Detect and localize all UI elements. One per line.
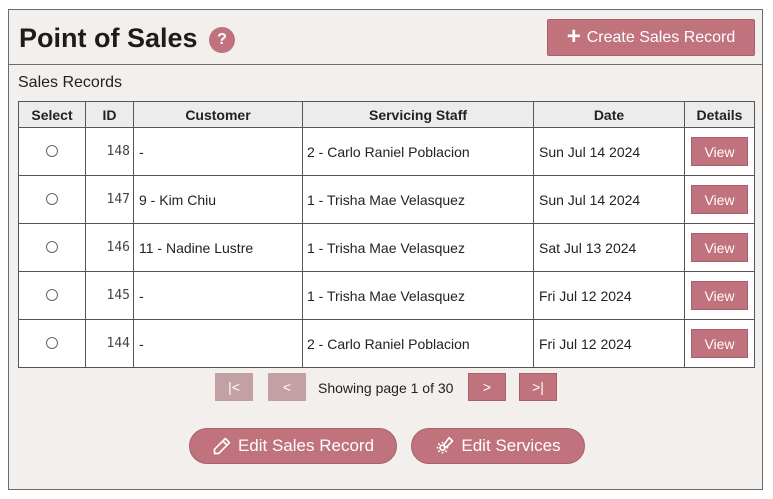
customer-cell: 9 - Kim Chiu xyxy=(133,175,303,224)
last-page-button[interactable]: >| xyxy=(519,373,557,401)
table-row: 145 - 1 - Trisha Mae Velasquez Fri Jul 1… xyxy=(18,271,755,320)
column-header-details: Details xyxy=(684,101,755,128)
next-page-button[interactable]: > xyxy=(468,373,506,401)
staff-cell: 2 - Carlo Raniel Poblacion xyxy=(302,319,534,368)
date-cell: Fri Jul 12 2024 xyxy=(533,271,685,320)
select-cell xyxy=(18,223,86,272)
date-cell: Sat Jul 13 2024 xyxy=(533,223,685,272)
table-row: 147 9 - Kim Chiu 1 - Trisha Mae Velasque… xyxy=(18,175,755,224)
first-page-button[interactable]: |< xyxy=(215,373,253,401)
table-row: 146 11 - Nadine Lustre 1 - Trisha Mae Ve… xyxy=(18,223,755,272)
table-header-row: Select ID Customer Servicing Staff Date … xyxy=(18,101,755,128)
edit-sales-record-label: Edit Sales Record xyxy=(237,436,375,455)
column-header-customer: Customer xyxy=(133,101,303,128)
details-cell: View xyxy=(684,175,755,224)
column-header-id: ID xyxy=(85,101,134,128)
create-sales-record-button[interactable]: + Create Sales Record xyxy=(547,19,755,56)
edit-services-label: Edit Services xyxy=(461,436,561,455)
select-cell xyxy=(18,175,86,224)
row-select-radio[interactable] xyxy=(46,144,58,157)
customer-cell: - xyxy=(133,127,303,176)
edit-settings-icon xyxy=(437,436,454,454)
section-label: Sales Records xyxy=(18,74,123,91)
id-cell: 144 xyxy=(85,319,134,368)
view-button[interactable]: View xyxy=(691,233,748,262)
table-row: 144 - 2 - Carlo Raniel Poblacion Fri Jul… xyxy=(18,319,755,368)
details-cell: View xyxy=(684,127,755,176)
row-select-radio[interactable] xyxy=(46,192,58,205)
question-icon: ? xyxy=(217,31,227,48)
id-cell: 145 xyxy=(85,271,134,320)
sales-records-table: Select ID Customer Servicing Staff Date … xyxy=(18,101,755,368)
page-title: Point of Sales xyxy=(19,23,198,53)
table-row: 148 - 2 - Carlo Raniel Poblacion Sun Jul… xyxy=(18,127,755,176)
customer-cell: - xyxy=(133,319,303,368)
create-sales-record-label: Create Sales Record xyxy=(586,28,736,46)
view-button[interactable]: View xyxy=(691,281,748,310)
id-cell: 146 xyxy=(85,223,134,272)
select-cell xyxy=(18,127,86,176)
date-cell: Sun Jul 14 2024 xyxy=(533,127,685,176)
details-cell: View xyxy=(684,271,755,320)
id-cell: 148 xyxy=(85,127,134,176)
date-cell: Sun Jul 14 2024 xyxy=(533,175,685,224)
column-header-select: Select xyxy=(18,101,86,128)
details-cell: View xyxy=(684,319,755,368)
select-cell xyxy=(18,319,86,368)
customer-cell: - xyxy=(133,271,303,320)
row-select-radio[interactable] xyxy=(46,288,58,301)
column-header-staff: Servicing Staff xyxy=(302,101,534,128)
row-select-radio[interactable] xyxy=(46,240,58,253)
view-button[interactable]: View xyxy=(691,137,748,166)
edit-services-button[interactable]: Edit Services xyxy=(411,428,585,464)
prev-page-button[interactable]: < xyxy=(268,373,306,401)
header: Point of Sales ? + Create Sales Record xyxy=(9,10,762,65)
id-cell: 147 xyxy=(85,175,134,224)
page-status: Showing page 1 of 30 xyxy=(318,380,454,396)
pencil-icon xyxy=(213,437,231,455)
staff-cell: 1 - Trisha Mae Velasquez xyxy=(302,175,534,224)
staff-cell: 1 - Trisha Mae Velasquez xyxy=(302,223,534,272)
view-button[interactable]: View xyxy=(691,329,748,358)
plus-icon: + xyxy=(566,22,581,50)
date-cell: Fri Jul 12 2024 xyxy=(533,319,685,368)
details-cell: View xyxy=(684,223,755,272)
row-select-radio[interactable] xyxy=(46,336,58,349)
staff-cell: 1 - Trisha Mae Velasquez xyxy=(302,271,534,320)
help-button[interactable]: ? xyxy=(209,27,235,53)
column-header-date: Date xyxy=(533,101,685,128)
pos-panel: Point of Sales ? + Create Sales Record S… xyxy=(8,9,763,490)
staff-cell: 2 - Carlo Raniel Poblacion xyxy=(302,127,534,176)
view-button[interactable]: View xyxy=(691,185,748,214)
select-cell xyxy=(18,271,86,320)
edit-sales-record-button[interactable]: Edit Sales Record xyxy=(189,428,397,464)
customer-cell: 11 - Nadine Lustre xyxy=(133,223,303,272)
pagination: |< < Showing page 1 of 30 > >| xyxy=(9,373,762,403)
